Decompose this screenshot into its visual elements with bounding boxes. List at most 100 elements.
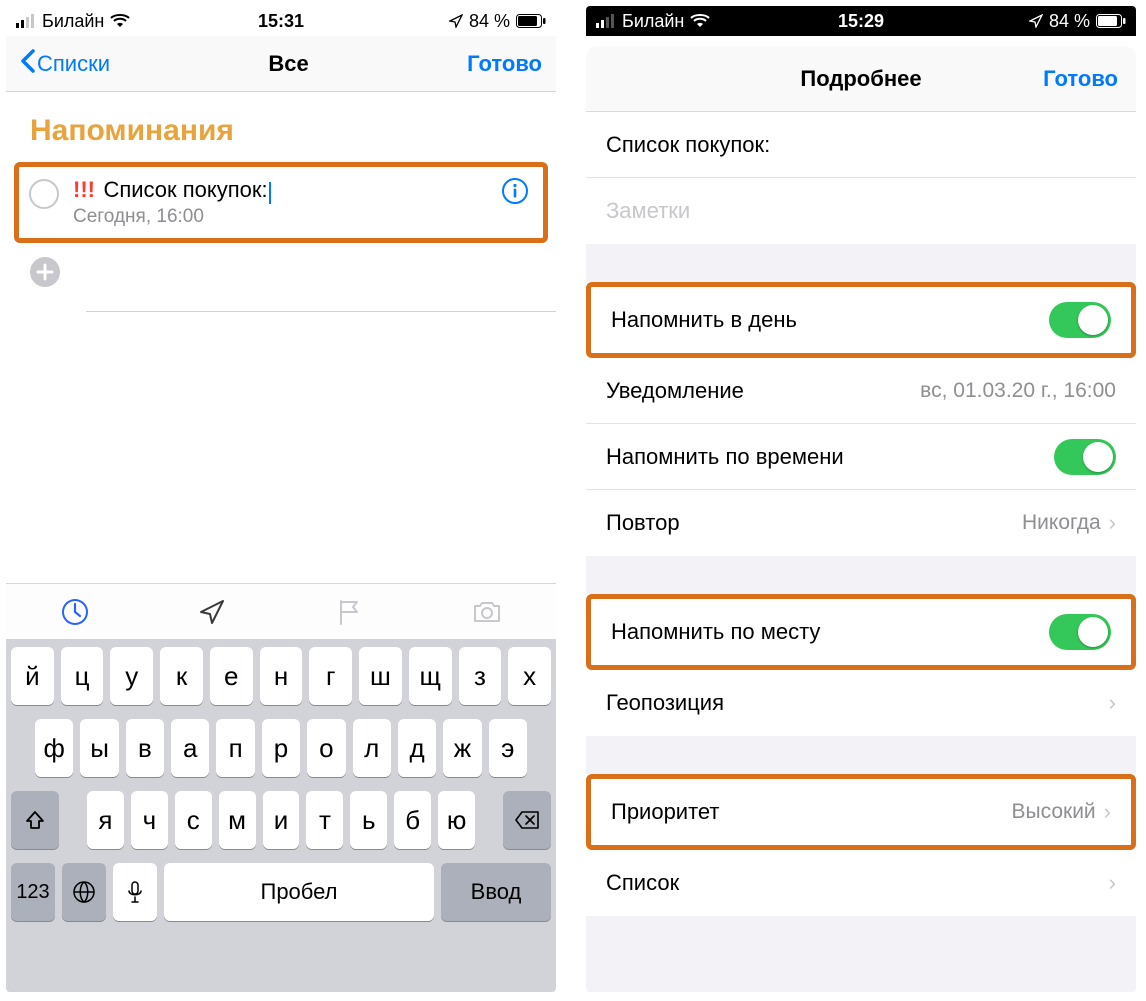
- clock-icon[interactable]: [60, 597, 90, 627]
- globe-key[interactable]: [62, 863, 106, 921]
- priority-label: Приоритет: [611, 799, 720, 825]
- quick-action-bar: [6, 583, 556, 639]
- keyboard-row-2: фывапролджэ: [11, 719, 551, 777]
- status-bar: Билайн 15:31 84 %: [6, 6, 556, 36]
- letter-key[interactable]: е: [210, 647, 253, 705]
- chevron-right-icon: ›: [1109, 690, 1116, 716]
- battery-percent: 84 %: [469, 11, 510, 32]
- remind-time-toggle[interactable]: [1054, 439, 1116, 475]
- letter-key[interactable]: ш: [359, 647, 402, 705]
- reminder-row[interactable]: !!! Список покупок: Сегодня, 16:00: [19, 167, 543, 238]
- letter-key[interactable]: р: [262, 719, 300, 777]
- letter-key[interactable]: ы: [80, 719, 118, 777]
- letter-key[interactable]: к: [160, 647, 203, 705]
- letter-key[interactable]: й: [11, 647, 54, 705]
- camera-icon[interactable]: [472, 597, 502, 627]
- notes-input[interactable]: [606, 198, 1116, 224]
- letter-key[interactable]: о: [307, 719, 345, 777]
- location-arrow-icon[interactable]: [197, 597, 227, 627]
- notes-field-cell[interactable]: [586, 178, 1136, 244]
- notification-cell[interactable]: Уведомление вс, 01.03.20 г., 16:00: [586, 358, 1136, 424]
- letter-key[interactable]: л: [353, 719, 391, 777]
- left-phone: Билайн 15:31 84 % Списки Все Готово Напо…: [6, 6, 556, 992]
- letter-key[interactable]: у: [110, 647, 153, 705]
- space-key[interactable]: Пробел: [164, 863, 434, 921]
- letter-key[interactable]: г: [309, 647, 352, 705]
- letter-key[interactable]: с: [175, 791, 212, 849]
- done-button[interactable]: Готово: [1043, 66, 1118, 92]
- remind-location-label: Напомнить по месту: [611, 619, 820, 645]
- letter-key[interactable]: ж: [443, 719, 481, 777]
- reminder-title[interactable]: Список покупок:: [103, 177, 267, 202]
- carrier-label: Билайн: [42, 11, 104, 32]
- priority-cell[interactable]: Приоритет Высокий ›: [591, 779, 1131, 845]
- repeat-value: Никогда: [1022, 511, 1101, 535]
- done-button[interactable]: Готово: [467, 51, 542, 77]
- remind-day-toggle[interactable]: [1049, 302, 1111, 338]
- keyboard-row-1: йцукенгшщзх: [11, 647, 551, 705]
- settings-list: Напомнить в день Уведомление вс, 01.03.2…: [586, 112, 1136, 916]
- add-icon[interactable]: [30, 257, 60, 287]
- letter-key[interactable]: ю: [438, 791, 475, 849]
- mic-key[interactable]: [113, 863, 157, 921]
- geolocation-cell[interactable]: Геопозиция ›: [586, 670, 1136, 736]
- remind-location-toggle[interactable]: [1049, 614, 1111, 650]
- priority-value: Высокий: [1012, 800, 1096, 824]
- complete-toggle[interactable]: [29, 179, 59, 209]
- repeat-cell[interactable]: Повтор Никогда›: [586, 490, 1136, 556]
- chevron-left-icon: [20, 49, 35, 79]
- letter-key[interactable]: э: [489, 719, 527, 777]
- group-priority-list: Приоритет Высокий › Список ›: [586, 774, 1136, 916]
- letter-key[interactable]: ч: [131, 791, 168, 849]
- priority-marks: !!!: [73, 177, 95, 202]
- remind-day-cell[interactable]: Напомнить в день: [591, 287, 1131, 353]
- letter-key[interactable]: т: [306, 791, 343, 849]
- list-cell[interactable]: Список ›: [586, 850, 1136, 916]
- letter-key[interactable]: х: [508, 647, 551, 705]
- nav-title: Все: [268, 51, 308, 77]
- signal-icon: [16, 14, 36, 28]
- location-services-icon: [449, 14, 463, 28]
- letter-key[interactable]: в: [126, 719, 164, 777]
- add-reminder-row[interactable]: [6, 243, 556, 301]
- letter-key[interactable]: щ: [409, 647, 452, 705]
- title-input[interactable]: [606, 132, 1116, 158]
- status-bar: Билайн 15:29 84 %: [586, 6, 1136, 36]
- letter-key[interactable]: ц: [61, 647, 104, 705]
- title-field-cell[interactable]: [586, 112, 1136, 178]
- carrier-label: Билайн: [622, 11, 684, 32]
- letter-key[interactable]: з: [459, 647, 502, 705]
- letter-key[interactable]: п: [216, 719, 254, 777]
- chevron-right-icon: ›: [1109, 870, 1116, 896]
- letter-key[interactable]: н: [260, 647, 303, 705]
- keyboard-row-bottom: 123 Пробел Ввод: [11, 863, 551, 921]
- letter-key[interactable]: д: [398, 719, 436, 777]
- chevron-right-icon: ›: [1104, 799, 1111, 825]
- enter-key[interactable]: Ввод: [441, 863, 551, 921]
- keyboard-row-3: ячсмитьбю: [11, 791, 551, 849]
- remind-location-cell[interactable]: Напомнить по месту: [591, 599, 1131, 665]
- back-button[interactable]: Списки: [20, 49, 110, 79]
- letter-key[interactable]: б: [394, 791, 431, 849]
- chevron-right-icon: ›: [1109, 510, 1116, 536]
- letter-key[interactable]: а: [171, 719, 209, 777]
- highlighted-remind-location: Напомнить по месту: [586, 594, 1136, 670]
- flag-icon[interactable]: [335, 597, 365, 627]
- highlighted-reminder-row: !!! Список покупок: Сегодня, 16:00: [14, 162, 548, 243]
- group-remind-location: Напомнить по месту Геопозиция ›: [586, 594, 1136, 736]
- info-icon[interactable]: [501, 177, 529, 205]
- remind-time-cell[interactable]: Напомнить по времени: [586, 424, 1136, 490]
- letter-key[interactable]: я: [87, 791, 124, 849]
- letter-key[interactable]: ь: [350, 791, 387, 849]
- shift-key[interactable]: [11, 791, 59, 849]
- remind-time-label: Напомнить по времени: [606, 444, 844, 470]
- letter-key[interactable]: и: [263, 791, 300, 849]
- list-label: Список: [606, 870, 679, 896]
- letter-key[interactable]: м: [219, 791, 256, 849]
- numbers-key[interactable]: 123: [11, 863, 55, 921]
- group-title-notes: [586, 112, 1136, 244]
- notification-label: Уведомление: [606, 378, 744, 404]
- letter-key[interactable]: ф: [35, 719, 73, 777]
- text-cursor: [269, 182, 271, 204]
- backspace-key[interactable]: [503, 791, 551, 849]
